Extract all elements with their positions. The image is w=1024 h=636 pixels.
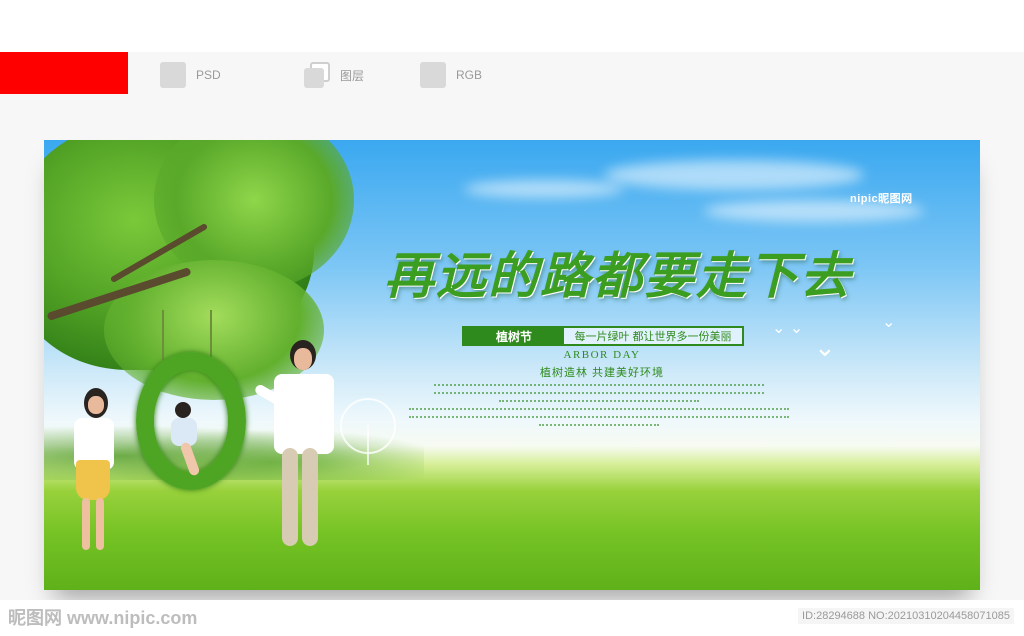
child-on-swing	[169, 402, 209, 482]
cloud	[464, 180, 624, 198]
arbor-day-banner: ⌄ ⌄ ⌄ ⌄ nipic昵图网 再远的路都要走下去 植树节 每一片绿叶 都让世…	[44, 140, 980, 590]
top-band	[0, 0, 1024, 52]
psd-file-icon	[160, 62, 186, 88]
rgb-color-item: RGB	[420, 62, 482, 88]
site-watermark: 昵图网 www.nipic.com	[8, 608, 198, 628]
swing-rope	[162, 310, 164, 360]
mother-figure	[66, 388, 126, 558]
layers-icon	[304, 62, 330, 88]
swing-rope	[210, 310, 212, 360]
layers-label: 图层	[340, 68, 365, 83]
preview-page: PSD 图层 RGB ⌄ ⌄ ⌄ ⌄ nipic昵图网 再远的路都要走下去 植树…	[0, 0, 1024, 636]
brand-red-block	[0, 52, 128, 94]
bird-illustration: ⌄	[814, 332, 836, 362]
tagline-box: 植树节 每一片绿叶 都让世界多一份美丽	[462, 326, 744, 346]
layers-item: 图层	[304, 62, 364, 88]
arbor-day-english: ARBOR DAY	[563, 349, 641, 361]
slogan-text: 植树造林 共建美好环境	[539, 367, 665, 379]
birds-illustration: ⌄ ⌄	[772, 320, 804, 337]
cloud	[604, 160, 864, 190]
bird-illustration: ⌄	[882, 314, 896, 331]
rgb-color-icon	[420, 62, 446, 88]
psd-format-item: PSD	[160, 62, 221, 88]
father-figure	[253, 340, 344, 560]
headline-calligraphy: 再远的路都要走下去	[384, 246, 852, 305]
nipic-watermark-logo: nipic昵图网	[850, 193, 913, 205]
arbor-day-tag: 植树节	[464, 328, 564, 344]
ferris-wheel-illustration	[340, 398, 396, 465]
fine-print-block	[404, 380, 794, 428]
tagline-text: 每一片绿叶 都让世界多一份美丽	[564, 328, 742, 344]
psd-label: PSD	[196, 68, 221, 82]
rgb-label: RGB	[456, 68, 483, 82]
image-id-text: ID:28294688 NO:20210310204458071085	[798, 608, 1014, 624]
